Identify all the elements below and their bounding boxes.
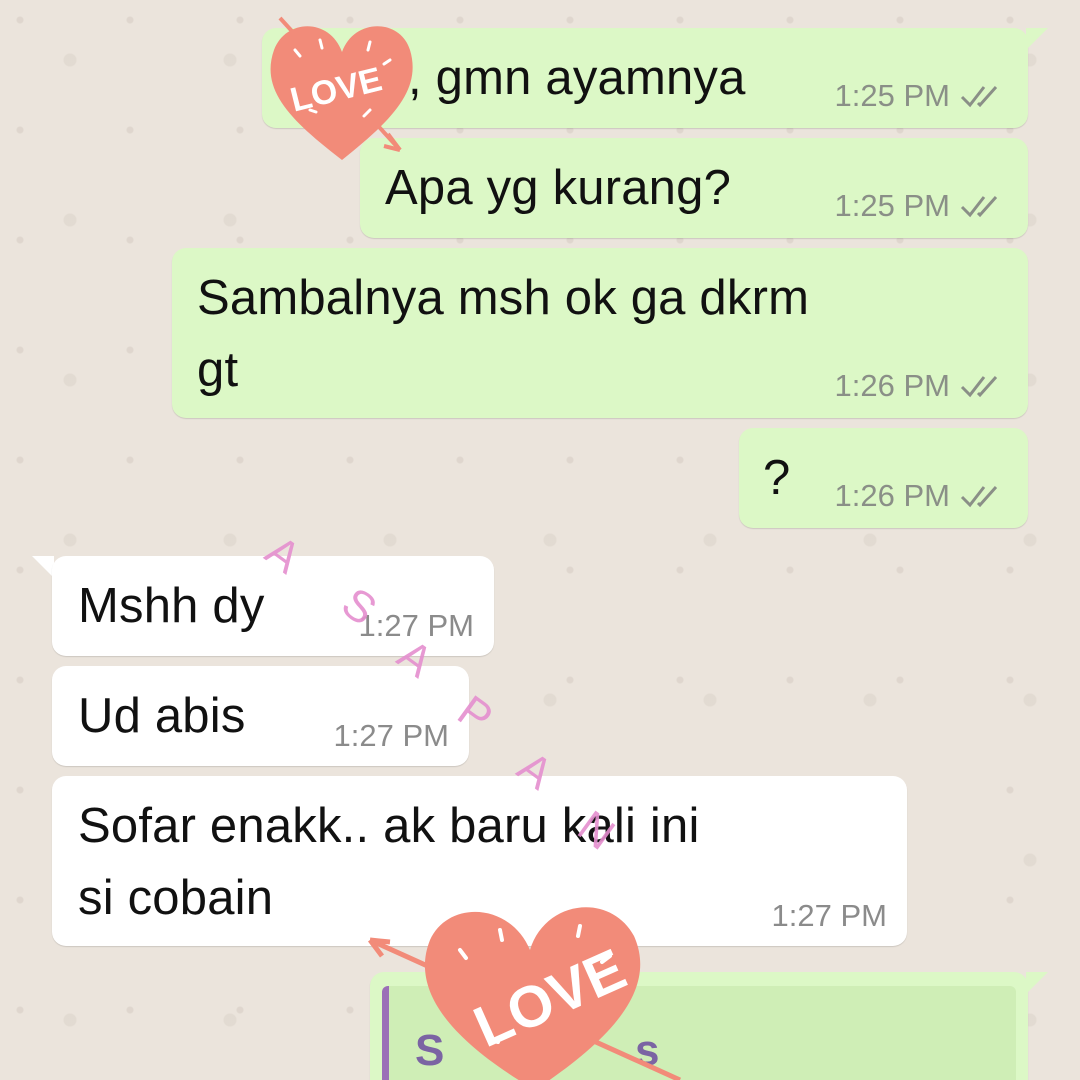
message-meta: 1:27 PM xyxy=(334,718,449,754)
bubble-tail xyxy=(1026,28,1048,50)
message-time: 1:25 PM xyxy=(834,78,950,113)
message-text: Ud abis xyxy=(78,689,246,743)
message-text-line: gt xyxy=(197,343,239,397)
message-time: 1:25 PM xyxy=(834,188,950,223)
message-meta: 1:26 PM xyxy=(835,368,1004,404)
message-time: 1:26 PM xyxy=(834,478,950,513)
double-check-icon xyxy=(960,486,998,508)
double-check-icon xyxy=(960,86,998,108)
message-text: , gmn ayamnya xyxy=(408,51,746,105)
heart-love-sticker-icon: LOVE xyxy=(360,880,700,1080)
message-text-line: Sambalnya msh ok ga dkrm xyxy=(197,271,810,325)
message-meta: 1:26 PM xyxy=(835,478,1004,514)
double-check-icon xyxy=(960,376,998,398)
outgoing-message-bubble[interactable]: ? 1:26 PM xyxy=(739,428,1028,528)
heart-love-sticker-icon: LOVE xyxy=(250,0,430,180)
message-time: 1:26 PM xyxy=(834,368,950,403)
outgoing-message-bubble[interactable]: Apa yg kurang? 1:25 PM xyxy=(360,138,1028,238)
message-text: Sambalnya msh ok ga dkrm gt xyxy=(197,262,809,406)
bubble-tail xyxy=(32,556,54,578)
bubble-tail xyxy=(1026,972,1048,994)
message-meta: 1:25 PM xyxy=(835,188,1004,224)
message-text: ? xyxy=(763,451,791,505)
message-time: 1:27 PM xyxy=(333,718,449,753)
message-meta: 1:25 PM xyxy=(835,78,1004,114)
message-text: Apa yg kurang? xyxy=(385,161,732,215)
double-check-icon xyxy=(960,196,998,218)
outgoing-message-bubble[interactable]: Sambalnya msh ok ga dkrm gt 1:26 PM xyxy=(172,248,1028,418)
message-time: 1:27 PM xyxy=(771,898,887,933)
message-text: Mshh dy xyxy=(78,579,265,633)
message-meta: 1:27 PM xyxy=(772,898,887,934)
